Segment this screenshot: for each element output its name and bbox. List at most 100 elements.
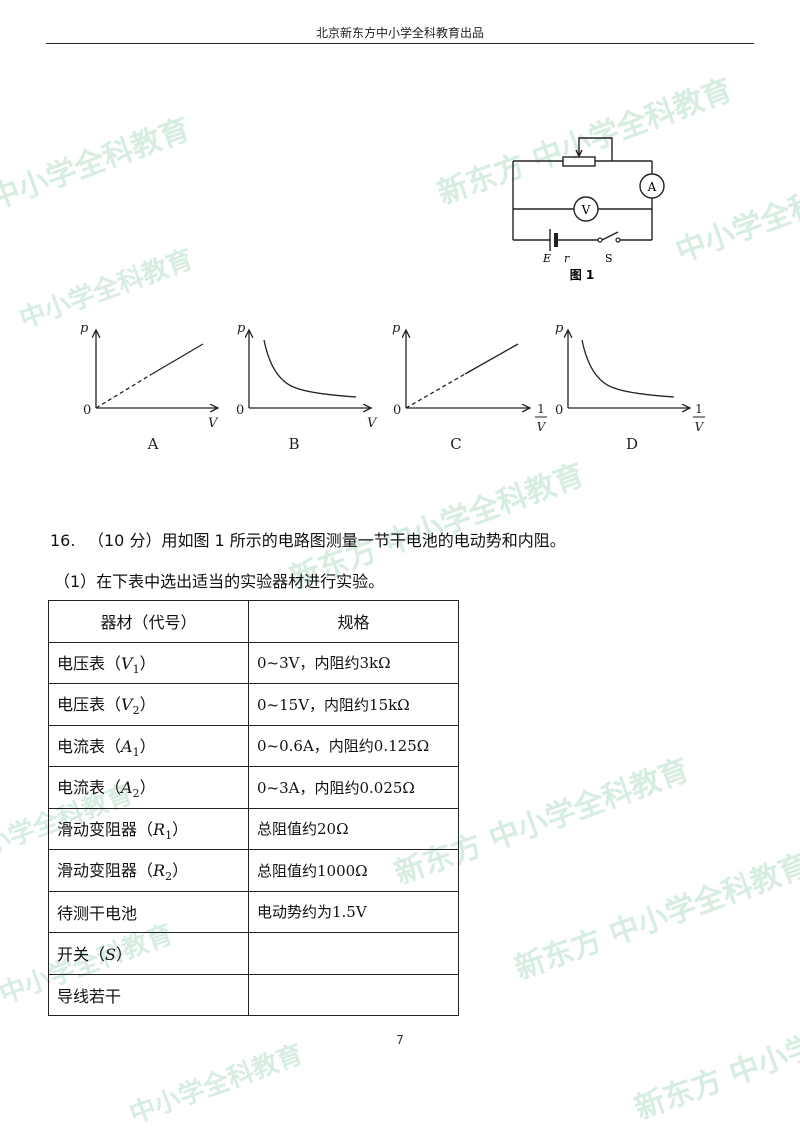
table-row: 滑动变阻器（R2） 总阻值约1000Ω (48, 849, 459, 892)
equipment-symbol: R (153, 861, 166, 881)
watermark: 中小学全科教育 (125, 1039, 308, 1130)
table-row: 电压表（V2） 0~15V，内阻约15kΩ (48, 683, 459, 726)
header-spec: 规格 (248, 600, 459, 643)
equipment-symbol: V (121, 653, 133, 673)
question-number: 16. (50, 531, 76, 550)
equipment-paren: ） (172, 819, 189, 839)
equipment-spec-cell: 0~3V，内阻约3kΩ (248, 641, 459, 684)
graph-d-x-numerator: 1 (695, 402, 703, 416)
equipment-paren: ） (139, 653, 156, 673)
circuit-figure-1: A V E r S 图 1 (512, 137, 665, 282)
graph-d (568, 330, 690, 408)
table-row: 电压表（V1） 0~3V，内阻约3kΩ (48, 641, 459, 684)
watermark: 新东方 中小学全科教育 (510, 847, 800, 987)
internal-resistance-label: r (564, 252, 570, 265)
question-16-stem: 16. （10 分）用如图 1 所示的电路图测量一节干电池的电动势和内阻。 (50, 527, 566, 551)
equipment-symbol: S (105, 945, 116, 965)
equipment-subscript: 1 (132, 662, 140, 676)
header-rule (46, 43, 754, 44)
equipment-name-cell: 电流表（A2） (48, 766, 249, 809)
equipment-symbol: R (153, 819, 166, 839)
graph-c-label: C (450, 435, 461, 453)
table-row: 待测干电池 电动势约为1.5V (48, 890, 459, 933)
graph-d-origin: 0 (555, 403, 563, 418)
equipment-name: 导线若干 (57, 986, 122, 1006)
equipment-name-cell: 电流表（A1） (48, 724, 249, 767)
pv-graphs: p 0 V A p 0 V B p 0 1 V C p 0 1 V D (80, 321, 705, 453)
equipment-paren: ） (139, 778, 156, 798)
equipment-spec-cell: 0~3A，内阻约0.025Ω (248, 766, 459, 809)
equipment-spec-cell: 总阻值约20Ω (248, 807, 459, 850)
equipment-subscript: 2 (132, 787, 140, 801)
page-header: 北京新东方中小学全科教育出品 (315, 26, 484, 40)
table-row: 电流表（A2） 0~3A，内阻约0.025Ω (48, 766, 459, 809)
graph-c (406, 330, 530, 408)
graph-b (249, 330, 371, 408)
equipment-name: 电流表（ (57, 736, 122, 756)
equipment-spec-cell (248, 973, 459, 1016)
graph-a-y-label: p (80, 321, 89, 336)
figure-caption: 图 1 (570, 268, 595, 282)
equipment-symbol: A (121, 778, 133, 798)
table-row: 电流表（A1） 0~0.6A，内阻约0.125Ω (48, 724, 459, 767)
equipment-name-cell: 滑动变阻器（R2） (48, 849, 249, 892)
equipment-spec-cell: 总阻值约1000Ω (248, 849, 459, 892)
equipment-name: 电流表（ (57, 778, 122, 798)
equipment-name: 滑动变阻器（ (57, 861, 154, 881)
watermark: 新东方 中小学全科教育 (630, 987, 800, 1127)
table-header-row: 器材（代号） 规格 (48, 600, 459, 643)
graph-b-y-label: p (237, 321, 246, 336)
equipment-name: 电压表（ (57, 695, 122, 715)
equipment-name: 待测干电池 (57, 903, 138, 923)
equipment-table: 器材（代号） 规格 电压表（V1） 0~3V，内阻约3kΩ 电压表（V2） 0~15V… (48, 600, 459, 1016)
equipment-spec-cell (248, 932, 459, 975)
table-row: 导线若干 (48, 973, 459, 1016)
equipment-subscript: 2 (165, 870, 173, 884)
table-row: 开关（S） (48, 932, 459, 975)
equipment-symbol: V (121, 695, 133, 715)
watermark: 中小学全科教育 (671, 165, 800, 270)
graph-b-origin: 0 (236, 403, 244, 418)
graph-a-origin: 0 (83, 403, 91, 418)
equipment-paren: ） (139, 736, 156, 756)
question-text: （10 分）用如图 1 所示的电路图测量一节干电池的电动势和内阻。 (88, 531, 566, 550)
page-number: 7 (396, 1033, 404, 1047)
equipment-name: 滑动变阻器（ (57, 819, 154, 839)
graph-a-label: A (147, 435, 159, 453)
graph-b-label: B (288, 435, 299, 453)
ammeter-label: A (647, 180, 657, 194)
emf-label: E (542, 252, 551, 265)
equipment-name-cell: 导线若干 (48, 973, 249, 1016)
voltmeter-label: V (581, 203, 591, 217)
equipment-subscript: 2 (132, 704, 140, 718)
equipment-name-cell: 开关（S） (48, 932, 249, 975)
switch-label: S (605, 252, 613, 265)
graph-a (96, 330, 218, 408)
equipment-symbol: A (121, 736, 133, 756)
equipment-name: 开关（ (57, 945, 106, 965)
equipment-name-cell: 滑动变阻器（R1） (48, 807, 249, 850)
equipment-spec-cell: 0~15V，内阻约15kΩ (248, 683, 459, 726)
equipment-name-cell: 电压表（V2） (48, 683, 249, 726)
table-body: 电压表（V1） 0~3V，内阻约3kΩ 电压表（V2） 0~15V，内阻约15kΩ 电流… (48, 641, 459, 1016)
equipment-paren: ） (172, 861, 189, 881)
graph-c-x-denominator: V (537, 420, 547, 434)
graph-c-origin: 0 (393, 403, 401, 418)
graph-a-x-label: V (208, 416, 219, 431)
graph-d-x-denominator: V (695, 420, 705, 434)
equipment-paren: ） (115, 945, 132, 965)
table-row: 滑动变阻器（R1） 总阻值约20Ω (48, 807, 459, 850)
equipment-spec-cell: 电动势约为1.5V (248, 890, 459, 933)
graph-d-y-label: p (555, 321, 564, 336)
equipment-name-cell: 电压表（V1） (48, 641, 249, 684)
equipment-name-cell: 待测干电池 (48, 890, 249, 933)
header-equipment: 器材（代号） (48, 600, 249, 643)
graph-b-x-label: V (367, 416, 378, 431)
watermark: 中小学全科教育 (0, 112, 195, 217)
graph-c-x-numerator: 1 (537, 402, 545, 416)
equipment-name: 电压表（ (57, 653, 122, 673)
equipment-paren: ） (139, 695, 156, 715)
equipment-spec-cell: 0~0.6A，内阻约0.125Ω (248, 724, 459, 767)
equipment-subscript: 1 (165, 828, 173, 842)
rheostat (562, 156, 596, 167)
